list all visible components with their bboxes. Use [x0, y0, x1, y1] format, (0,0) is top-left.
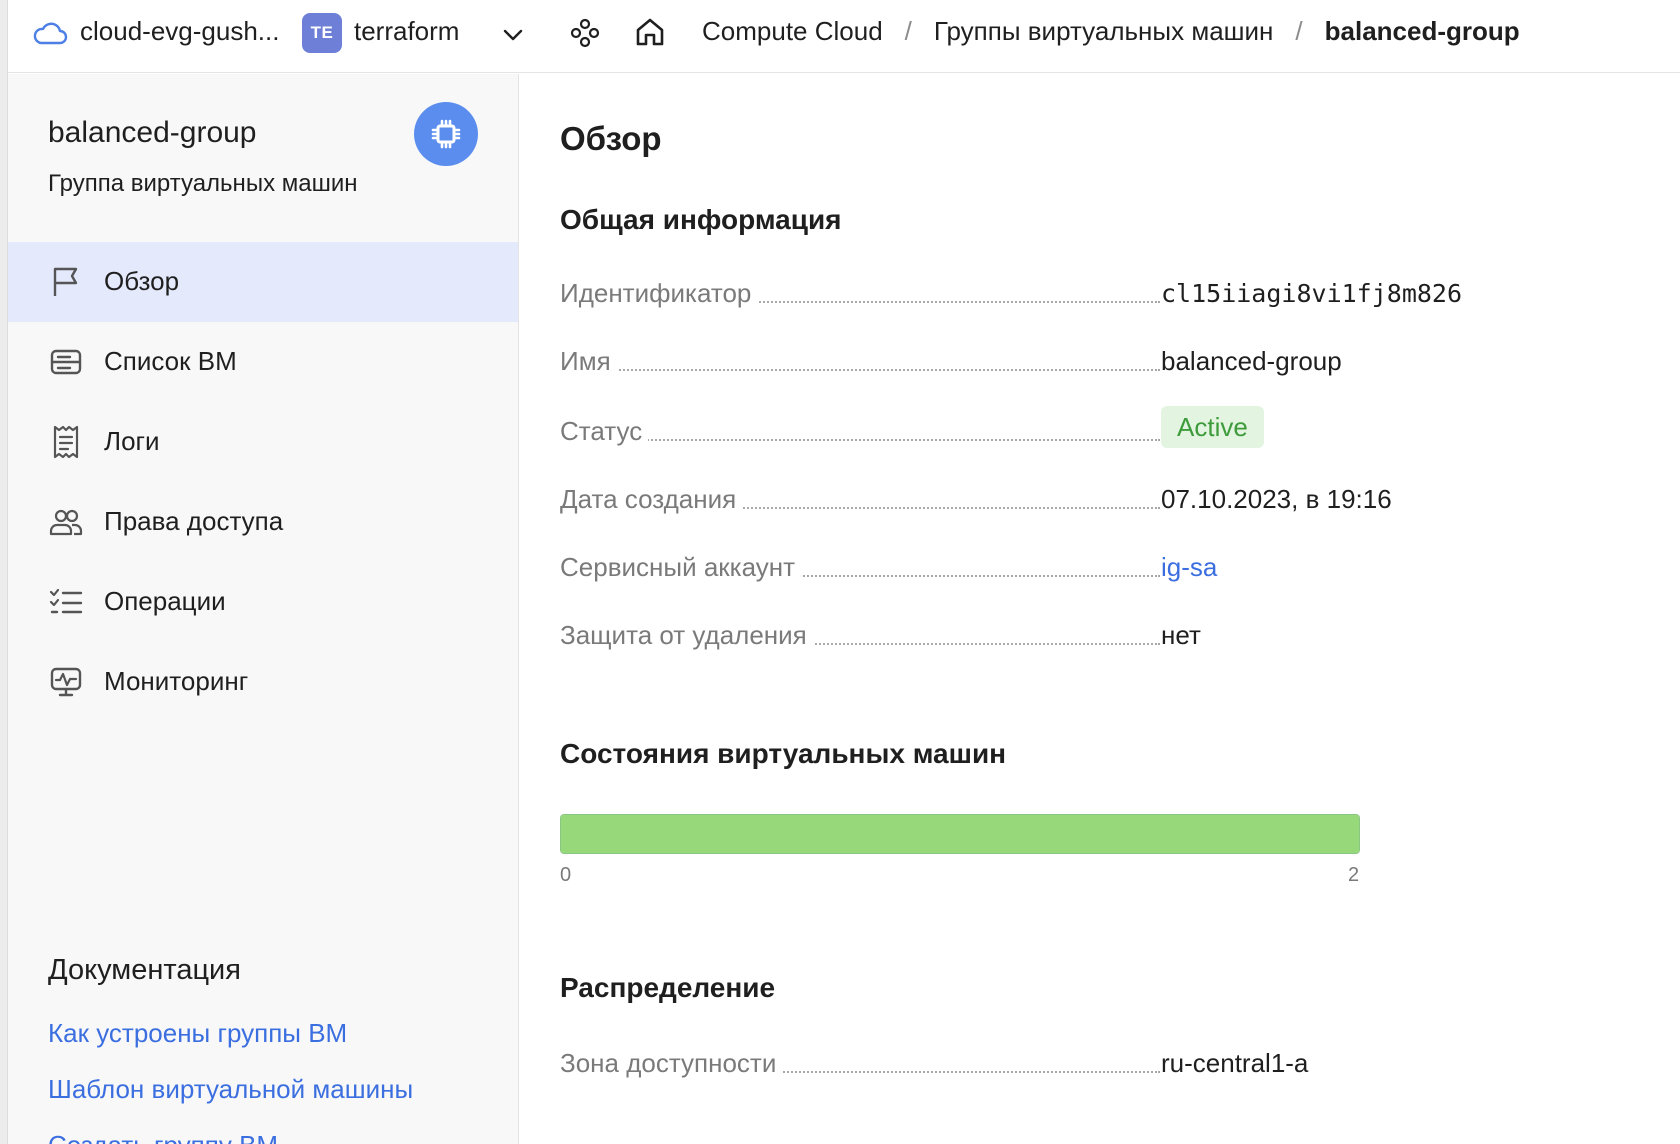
- home-icon[interactable]: [632, 14, 668, 50]
- deletion-protection-value: нет: [1161, 620, 1201, 650]
- breadcrumb-separator: /: [1295, 16, 1303, 46]
- created-label: Дата создания: [560, 484, 743, 515]
- breadcrumb-vm-groups[interactable]: Группы виртуальных машин: [934, 16, 1274, 47]
- chip-icon: [431, 119, 461, 149]
- docs-heading: Документация: [48, 954, 241, 986]
- sidebar-item-label: Мониторинг: [104, 666, 249, 696]
- vm-states-min: 0: [560, 864, 572, 886]
- receipt-icon: [53, 425, 79, 459]
- sidebar-nav: Обзор Список ВМ Логи Права доступа Опера…: [8, 242, 518, 722]
- sidebar-item-operations[interactable]: Операции: [8, 562, 518, 642]
- resource-title: balanced-group: [48, 116, 257, 149]
- flag-icon: [53, 267, 78, 296]
- deletion-protection-label: Защита от удаления: [560, 620, 813, 651]
- breadcrumb: Compute Cloud / Группы виртуальных машин…: [702, 16, 1520, 47]
- chevron-down-icon[interactable]: [498, 20, 528, 50]
- vm-states-bar[interactable]: [560, 814, 1360, 854]
- sidebar-item-vm-list[interactable]: Список ВМ: [8, 322, 518, 402]
- vm-states-max: 2: [1348, 864, 1360, 886]
- service-account-link[interactable]: ig-sa: [1161, 552, 1217, 583]
- service-account-label: Сервисный аккаунт: [560, 552, 802, 583]
- sidebar-item-label: Права доступа: [104, 506, 284, 536]
- breadcrumb-separator: /: [904, 16, 912, 46]
- status-label: Статус: [560, 416, 649, 447]
- sidebar-item-logs[interactable]: Логи: [8, 402, 518, 482]
- left-edge-strip: [0, 0, 8, 1144]
- id-value: cl15iiagi8vi1fj8m826: [1161, 279, 1463, 308]
- distribution-heading: Распределение: [560, 972, 776, 1003]
- name-value: balanced-group: [1161, 346, 1342, 376]
- cloud-icon: [33, 22, 68, 45]
- sidebar-item-access[interactable]: Права доступа: [8, 482, 518, 562]
- monitor-chart-icon: [50, 667, 82, 697]
- breadcrumb-compute-cloud[interactable]: Compute Cloud: [702, 16, 883, 47]
- dotted-leader: [560, 369, 1160, 371]
- name-label: Имя: [560, 346, 617, 377]
- services-icon[interactable]: [568, 16, 602, 50]
- doc-link-vm-groups[interactable]: Как устроены группы ВМ: [48, 1018, 347, 1049]
- zone-row: Зона доступности ru-central1-a: [560, 1044, 1680, 1084]
- checklist-icon: [49, 588, 83, 614]
- sidebar-item-label: Операции: [104, 586, 226, 616]
- server-list-icon: [50, 349, 82, 375]
- breadcrumb-current: balanced-group: [1324, 16, 1520, 46]
- users-icon: [49, 509, 83, 536]
- name-row: Имя balanced-group: [560, 342, 1680, 382]
- sidebar-item-monitoring[interactable]: Мониторинг: [8, 642, 518, 722]
- folder-avatar: TE: [302, 13, 342, 53]
- status-row: Статус Active: [560, 406, 1680, 452]
- sidebar-item-overview[interactable]: Обзор: [8, 242, 518, 322]
- resource-type: Группа виртуальных машин: [48, 170, 358, 197]
- main-content: Обзор Общая информация Идентификатор cl1…: [520, 74, 1680, 1144]
- folder-selector[interactable]: terraform: [354, 16, 459, 47]
- zone-value: ru-central1-a: [1161, 1048, 1309, 1078]
- doc-link-vm-template[interactable]: Шаблон виртуальной машины: [48, 1074, 413, 1105]
- dotted-leader: [560, 439, 1160, 441]
- id-row: Идентификатор cl15iiagi8vi1fj8m826: [560, 274, 1680, 314]
- page-title: Обзор: [560, 120, 662, 157]
- sidebar-item-label: Обзор: [104, 266, 180, 296]
- zone-label: Зона доступности: [560, 1048, 783, 1079]
- sidebar: balanced-group Группа виртуальных машин …: [8, 74, 519, 1144]
- created-value: 07.10.2023, в 19:16: [1161, 484, 1392, 514]
- created-row: Дата создания 07.10.2023, в 19:16: [560, 480, 1680, 520]
- cloud-selector[interactable]: cloud-evg-gush...: [80, 16, 279, 47]
- general-info-heading: Общая информация: [560, 204, 842, 235]
- service-account-row: Сервисный аккаунт ig-sa: [560, 548, 1680, 588]
- deletion-protection-row: Защита от удаления нет: [560, 616, 1680, 656]
- compute-service-badge: [414, 102, 478, 166]
- sidebar-item-label: Список ВМ: [104, 346, 237, 376]
- vm-states-heading: Состояния виртуальных машин: [560, 738, 1007, 769]
- vm-states-bar-running: [561, 815, 1359, 853]
- sidebar-item-label: Логи: [104, 426, 160, 456]
- status-badge: Active: [1161, 406, 1264, 448]
- doc-link-create-group[interactable]: Создать группу ВМ: [48, 1130, 278, 1144]
- top-header: cloud-evg-gush... TE terraform Compute C…: [8, 0, 1680, 73]
- id-label: Идентификатор: [560, 278, 758, 309]
